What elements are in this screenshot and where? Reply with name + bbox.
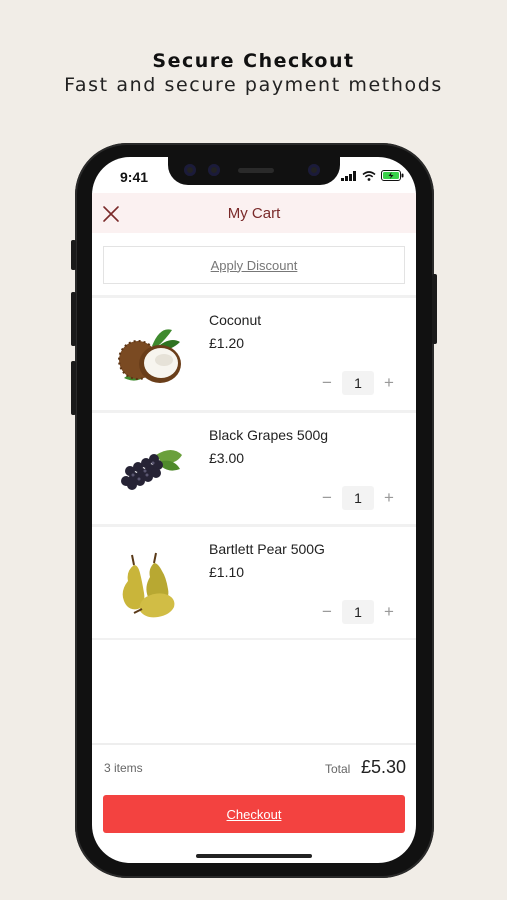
cart-header: My Cart [92,193,416,233]
footer-divider [92,743,416,745]
pear-image [122,552,175,618]
wifi-icon [362,170,376,181]
decrease-quantity-button[interactable]: − [318,371,336,395]
phone-side-button-mute [71,240,76,270]
cart-item-black-grapes: Black Grapes 500g £3.00 − 1 + [92,413,416,525]
cart-item-bartlett-pear: Bartlett Pear 500G £1.10 − 1 + [92,527,416,639]
signal-icon [341,170,356,181]
phone-side-button-power [432,274,437,344]
front-camera-icon [308,164,320,176]
sensor-icon [208,164,220,176]
total-value: £5.30 [361,757,407,777]
items-count: 3 items [104,761,143,775]
decrease-quantity-button[interactable]: − [318,486,336,510]
status-icons [341,170,404,181]
quantity-value: 1 [342,371,374,395]
speaker-grille [238,168,274,173]
decrease-quantity-button[interactable]: − [318,600,336,624]
item-price: £1.20 [209,335,245,351]
increase-quantity-button[interactable]: + [380,486,398,510]
promo-title: Secure Checkout [152,50,355,72]
battery-charging-icon [381,170,404,181]
quantity-value: 1 [342,486,374,510]
item-price: £3.00 [209,450,245,466]
page-title: My Cart [227,205,281,222]
quantity-value: 1 [342,600,374,624]
notch [168,157,340,185]
quantity-stepper: − 1 + [318,371,398,395]
cart-item-coconut: Coconut £1.20 − 1 + [92,298,416,410]
coconut-image [118,329,181,383]
item-price: £1.10 [209,564,245,580]
grapes-image [121,450,182,490]
quantity-stepper: − 1 + [318,600,398,624]
promo-subtitle: Fast and secure payment methods [64,74,443,96]
phone-side-button-volume-up [71,292,76,346]
increase-quantity-button[interactable]: + [380,371,398,395]
camera-icon [184,164,196,176]
quantity-stepper: − 1 + [318,486,398,510]
item-name: Bartlett Pear 500G [209,541,325,557]
phone-screen: 9:41 My Cart Apply Discount Coconut £1.2… [92,157,416,863]
increase-quantity-button[interactable]: + [380,600,398,624]
divider [92,638,416,640]
total-label: Total [325,762,351,776]
status-time: 9:41 [120,169,149,185]
phone-side-button-volume-down [71,361,76,415]
item-name: Coconut [209,312,262,328]
item-name: Black Grapes 500g [209,427,329,443]
apply-discount-button[interactable]: Apply Discount [103,246,405,284]
checkout-button[interactable]: Checkout [103,795,405,833]
home-indicator [196,854,312,858]
